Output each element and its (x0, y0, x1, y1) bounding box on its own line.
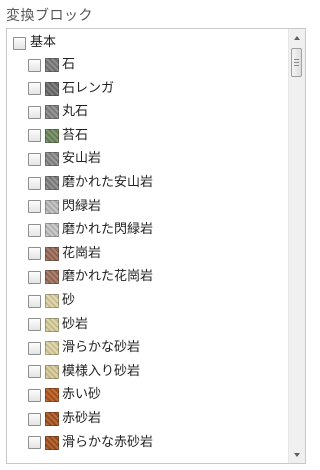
polished-andesite-block-icon (45, 176, 59, 190)
item-checkbox[interactable] (28, 294, 41, 308)
tree-item[interactable]: 砂岩 (28, 314, 288, 336)
item-checkbox[interactable] (28, 223, 41, 237)
smooth-sandstone-block-icon (45, 341, 59, 356)
item-checkbox[interactable] (28, 341, 41, 355)
chiseled-sandstone-block-icon (45, 364, 59, 379)
item-label: 丸石 (62, 104, 89, 120)
stone-brick-block-icon (45, 81, 59, 96)
polished-granite-block-icon (45, 270, 59, 285)
item-checkbox[interactable] (28, 318, 41, 332)
item-label: 磨かれた安山岩 (62, 175, 154, 190)
item-checkbox[interactable] (28, 176, 41, 190)
item-label: 磨かれた花崗岩 (62, 269, 154, 285)
tree-item[interactable]: 滑らかな赤砂岩 (28, 432, 288, 454)
granite-block-icon (45, 246, 59, 261)
tree-item[interactable]: 赤砂岩 (28, 408, 288, 430)
tree-item[interactable]: 滑らかな砂岩 (28, 337, 288, 359)
tree-item[interactable]: 花崗岩 (28, 243, 288, 265)
item-checkbox[interactable] (28, 247, 41, 261)
tree-item[interactable]: 苔石 (28, 125, 288, 147)
tree-item[interactable]: 石 (28, 54, 288, 76)
diorite-block-icon (45, 199, 59, 214)
tree-item[interactable]: 赤い砂 (28, 384, 288, 406)
item-label: 赤砂岩 (62, 411, 102, 426)
item-checkbox[interactable] (28, 412, 41, 426)
item-checkbox[interactable] (28, 200, 41, 214)
item-checkbox[interactable] (28, 152, 41, 166)
block-tree-panel: 基本 石石レンガ丸石苔石安山岩磨かれた安山岩 閃緑岩磨かれた閃緑岩 花崗岩磨かれた花… (6, 28, 306, 464)
item-checkbox[interactable] (28, 82, 41, 96)
scroll-up-arrow-icon[interactable] (289, 29, 305, 46)
polished-diorite-block-icon (45, 223, 59, 238)
vertical-scrollbar[interactable] (288, 29, 305, 463)
item-checkbox[interactable] (28, 129, 41, 143)
item-label: 安山岩 (62, 151, 102, 167)
item-label: 石 (62, 57, 76, 72)
item-checkbox[interactable] (28, 105, 41, 119)
item-checkbox[interactable] (28, 270, 41, 284)
tree-item[interactable]: 石レンガ (28, 78, 288, 100)
item-label: 花崗岩 (62, 245, 102, 261)
tree-item[interactable]: 丸石 (28, 101, 288, 123)
item-label: 赤い砂 (62, 387, 102, 403)
tree-item[interactable]: 磨かれた安山岩 (28, 172, 288, 194)
item-label: 砂岩 (62, 316, 89, 332)
block-tree: 基本 石石レンガ丸石苔石安山岩磨かれた安山岩 閃緑岩磨かれた閃緑岩 花崗岩磨かれた花… (7, 29, 288, 463)
scrollbar-thumb[interactable] (291, 48, 302, 77)
sand-block-icon (45, 294, 59, 308)
item-label: 滑らかな砂岩 (62, 340, 141, 356)
root-checkbox[interactable] (13, 36, 26, 50)
root-label: 基本 (30, 35, 57, 50)
item-checkbox[interactable] (28, 388, 41, 402)
item-label: 滑らかな赤砂岩 (62, 434, 154, 450)
item-label: 石レンガ (62, 80, 115, 96)
cobblestone-block-icon (45, 105, 59, 120)
item-label: 閃緑岩 (62, 198, 102, 214)
panel-title: 変換ブロック (6, 8, 93, 24)
tree-item[interactable]: 磨かれた花崗岩 (28, 266, 288, 288)
smooth-red-sandstone-block-icon (45, 435, 59, 450)
mossy-stone-block-icon (45, 128, 59, 143)
item-checkbox[interactable] (28, 436, 41, 450)
item-label: 模様入り砂岩 (62, 363, 141, 379)
item-label: 磨かれた閃緑岩 (62, 222, 154, 238)
sandstone-block-icon (45, 317, 59, 332)
andesite-block-icon (45, 152, 59, 167)
stone-block-icon (45, 58, 59, 72)
item-label: 苔石 (62, 127, 89, 143)
red-sandstone-block-icon (45, 412, 59, 426)
item-checkbox[interactable] (28, 365, 41, 379)
tree-item[interactable]: 模様入り砂岩 (28, 361, 288, 383)
tree-root-item[interactable]: 基本 (13, 32, 288, 54)
scroll-down-arrow-icon[interactable] (289, 446, 305, 463)
item-checkbox[interactable] (28, 58, 41, 72)
tree-item[interactable]: 閃緑岩 (28, 196, 288, 218)
tree-item[interactable]: 砂 (28, 290, 288, 312)
tree-item[interactable]: 安山岩 (28, 148, 288, 170)
item-label: 砂 (62, 293, 76, 308)
tree-item[interactable]: 磨かれた閃緑岩 (28, 219, 288, 241)
red-sand-block-icon (45, 388, 59, 403)
